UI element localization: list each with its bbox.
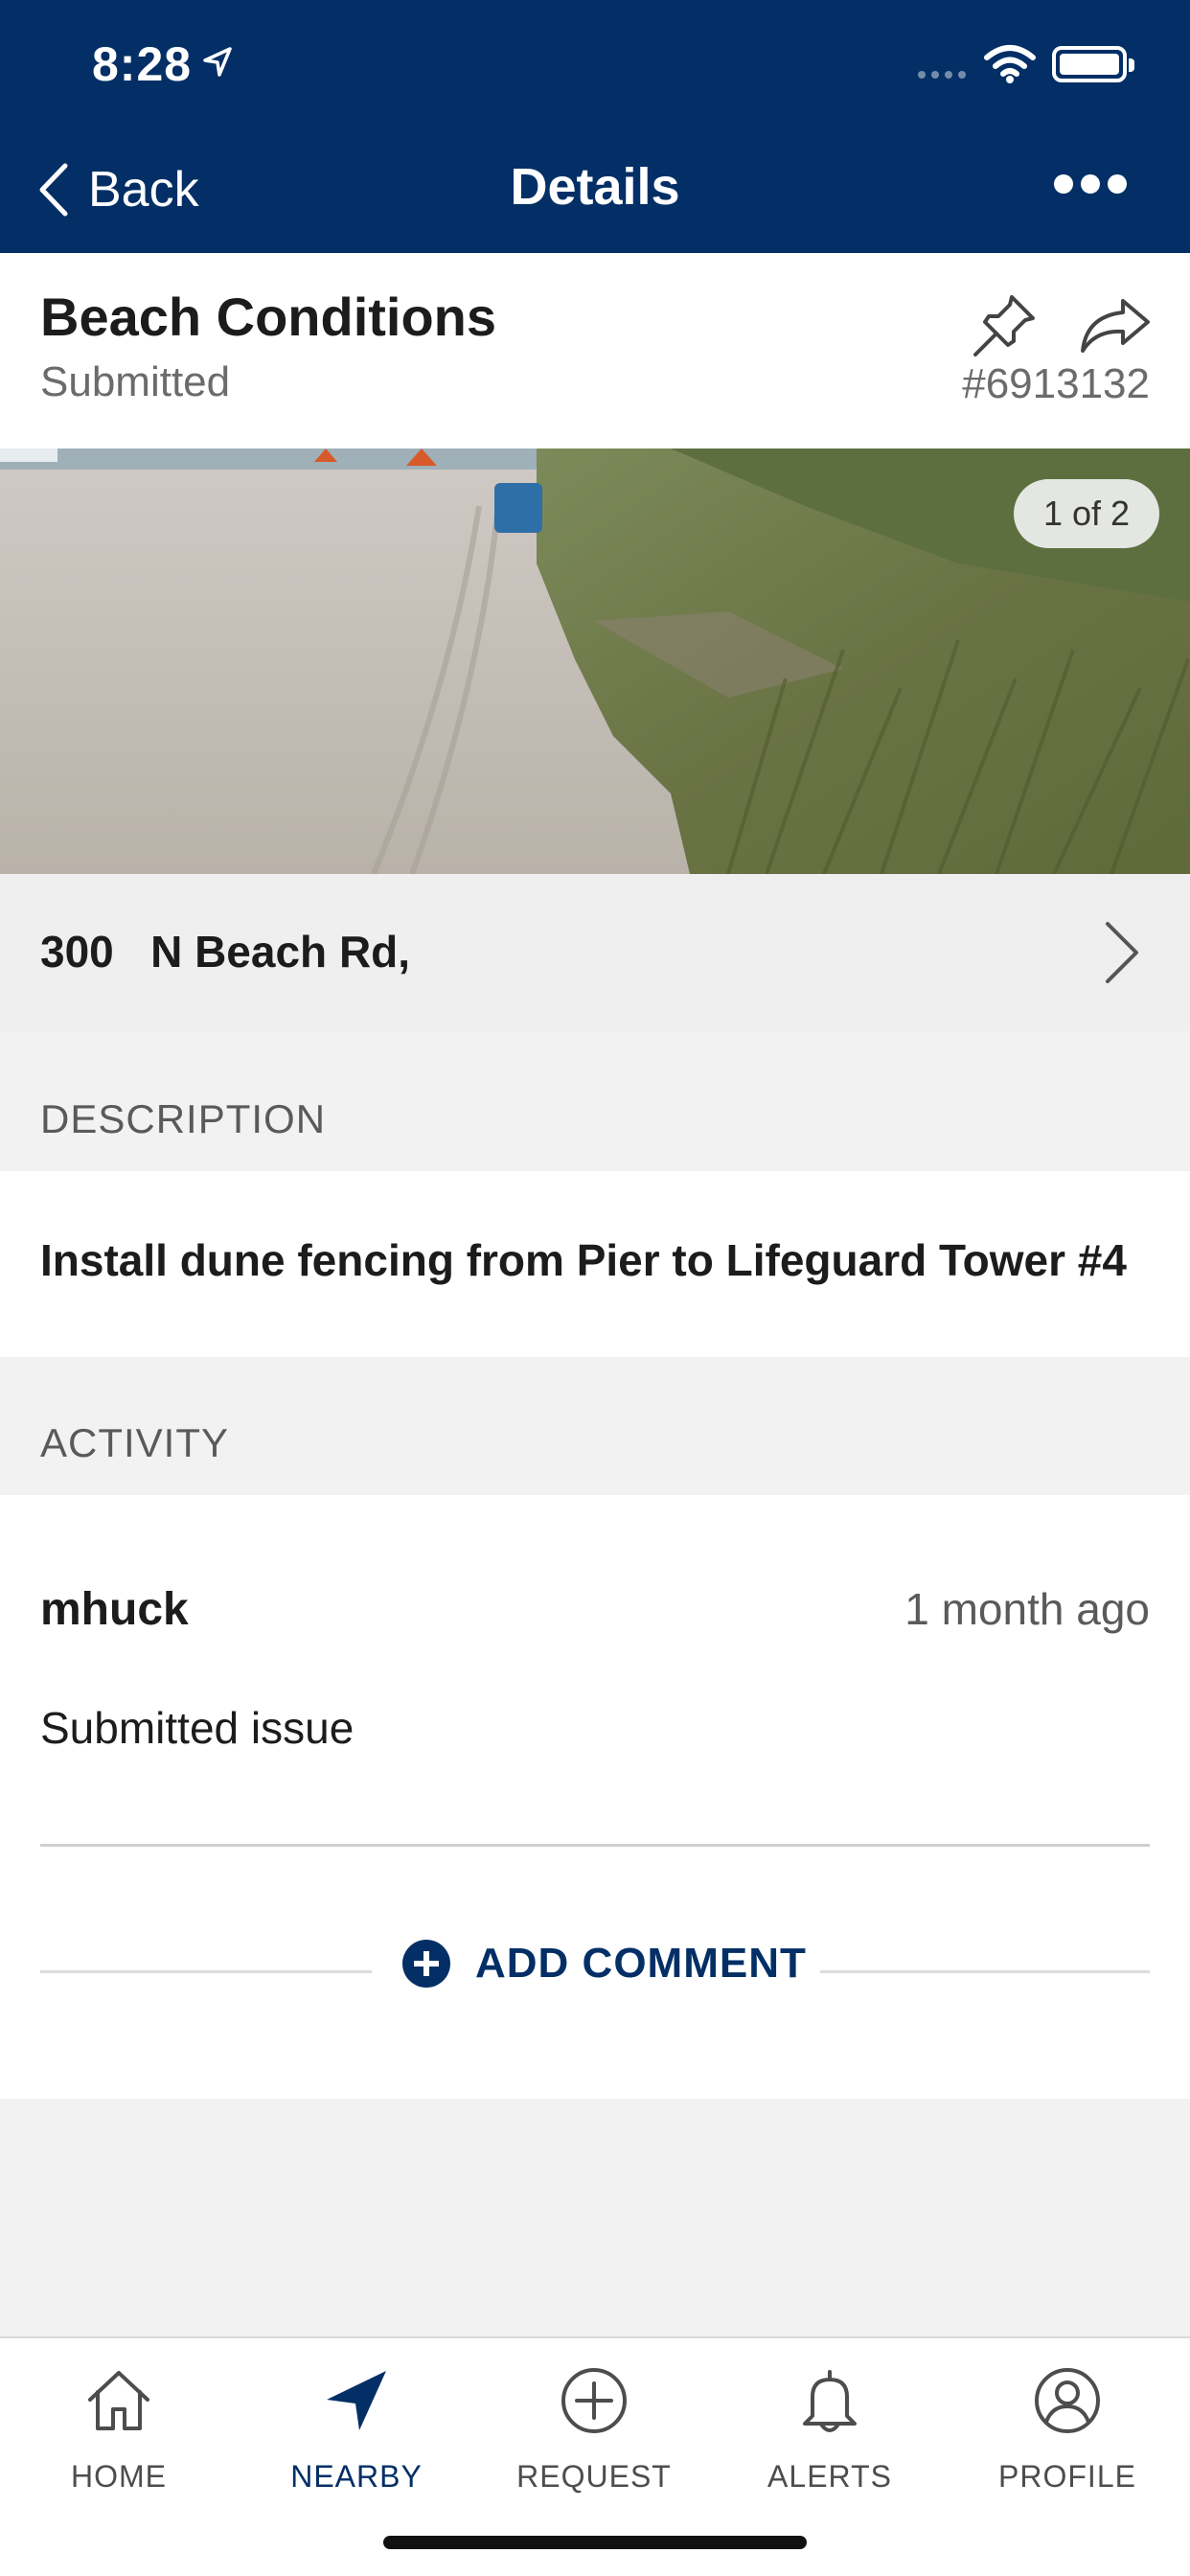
add-comment-label: ADD COMMENT [475,1940,807,1987]
add-comment-button[interactable]: ADD COMMENT [402,1940,807,1988]
address-text: 300 N Beach Rd, [40,927,411,977]
status-time: 8:28 [92,37,193,91]
tab-label: HOME [71,2459,167,2494]
plus-circle-icon [402,1940,450,1988]
header: 8:28 Back Details [0,0,1190,253]
user-icon [1035,2368,1100,2433]
battery-icon [1052,46,1134,82]
plus-circle-icon [561,2368,627,2433]
description-heading: DESCRIPTION [40,1096,327,1141]
share-icon[interactable] [1079,297,1152,355]
issue-title: Beach Conditions [40,287,497,347]
home-indicator [383,2536,807,2549]
description-text: Install dune fencing from Pier to Lifegu… [40,1235,1127,1285]
issue-photo[interactable] [0,448,1190,874]
tab-home[interactable]: HOME [23,2359,215,2495]
activity-time: 1 month ago [904,1584,1150,1634]
divider [40,1970,372,1973]
activity-user: mhuck [40,1584,189,1635]
activity-text: Submitted issue [40,1703,355,1753]
tab-label: NEARBY [290,2459,423,2494]
bell-icon [803,2370,857,2432]
cellular-signal-icon [918,71,966,79]
page-title: Details [510,158,680,216]
description-card: Install dune fencing from Pier to Lifegu… [0,1171,1190,1357]
divider [40,1844,1150,1847]
tab-label: REQUEST [516,2459,672,2494]
location-arrow-icon [203,47,232,77]
issue-summary: Beach Conditions Submitted #6913132 [0,253,1190,448]
issue-details-screen: 8:28 Back Details Beach Conditions Submi… [0,0,1190,2576]
wifi-icon [984,45,1036,83]
home-icon [88,2371,149,2430]
photo-counter: 1 of 2 [1014,479,1159,548]
tab-alerts[interactable]: ALERTS [734,2359,926,2495]
issue-id: #6913132 [962,360,1150,407]
tab-nearby[interactable]: NEARBY [261,2359,452,2495]
navigation-arrow-icon [327,2371,386,2430]
tab-label: ALERTS [767,2459,892,2494]
tab-profile[interactable]: PROFILE [972,2359,1163,2495]
pin-icon[interactable] [970,291,1041,360]
divider [820,1970,1150,1973]
address-row[interactable]: 300 N Beach Rd, [0,874,1190,1031]
tab-label: PROFILE [998,2459,1136,2494]
more-options-button[interactable] [1054,174,1127,194]
activity-heading: ACTIVITY [40,1420,230,1465]
activity-card: mhuck 1 month ago Submitted issue ADD CO… [0,1495,1190,2099]
issue-status: Submitted [40,358,231,405]
tab-request[interactable]: REQUEST [498,2359,690,2495]
chevron-right-icon [1106,922,1138,983]
